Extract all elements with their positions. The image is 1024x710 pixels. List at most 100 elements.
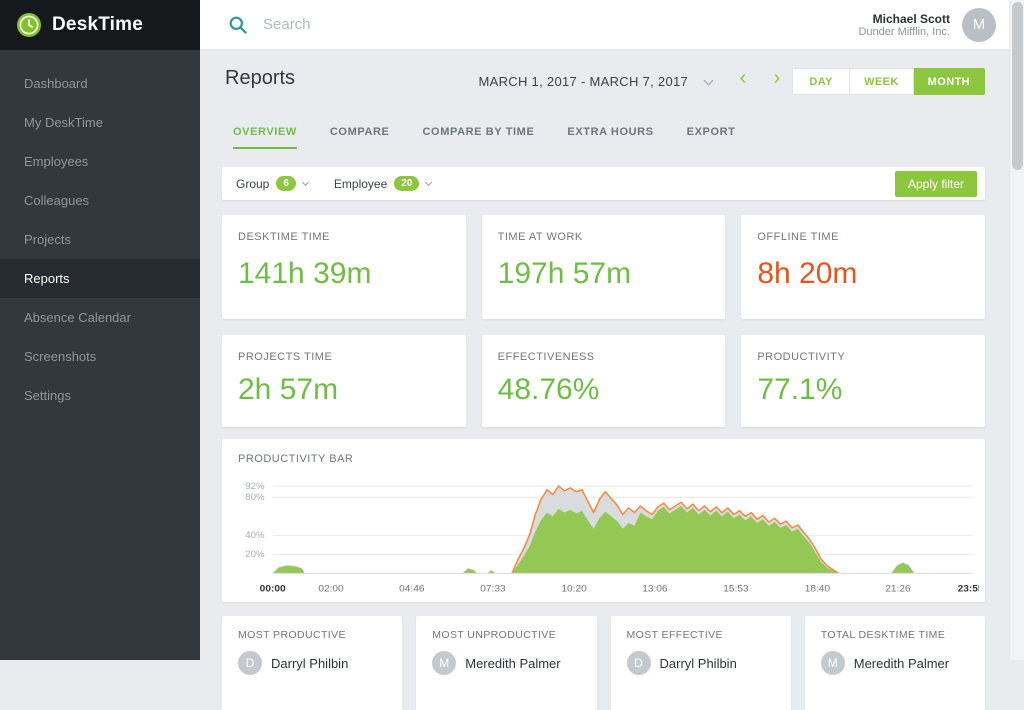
user-company: Dunder Mifflin, Inc.: [858, 26, 950, 38]
desktime-clock-icon: [16, 12, 42, 38]
range-toggle: DAY WEEK MONTH: [792, 68, 985, 95]
stat-label: DESKTIME TIME: [238, 231, 450, 243]
leader-card-most-unproductive: MOST UNPRODUCTIVE M Meredith Palmer: [416, 616, 596, 710]
user-avatar[interactable]: M: [962, 8, 996, 42]
leader-label: MOST UNPRODUCTIVE: [432, 629, 580, 641]
sidebar-item-colleagues[interactable]: Colleagues: [0, 181, 200, 220]
svg-text:18:40: 18:40: [805, 584, 831, 595]
stat-value: 197h 57m: [498, 257, 710, 291]
leader-avatar: M: [432, 651, 456, 675]
range-button-month[interactable]: MONTH: [914, 68, 985, 95]
svg-text:15:53: 15:53: [723, 584, 749, 595]
search-input[interactable]: [263, 16, 583, 33]
svg-text:07:33: 07:33: [480, 584, 506, 595]
stat-label: PROJECTS TIME: [238, 351, 450, 363]
stat-label: OFFLINE TIME: [757, 231, 969, 243]
stat-value: 8h 20m: [757, 257, 969, 291]
stat-card-productivity: PRODUCTIVITY 77.1%: [741, 335, 985, 427]
date-range-selector[interactable]: MARCH 1, 2017 - MARCH 7, 2017: [460, 73, 730, 91]
sidebar-item-projects[interactable]: Projects: [0, 220, 200, 259]
sidebar: DeskTime Dashboard My DeskTime Employees…: [0, 0, 200, 660]
svg-text:04:46: 04:46: [399, 584, 425, 595]
stat-card-projects-time: PROJECTS TIME 2h 57m: [222, 335, 466, 427]
stat-card-effectiveness: EFFECTIVENESS 48.76%: [482, 335, 726, 427]
sidebar-item-absence-calendar[interactable]: Absence Calendar: [0, 298, 200, 337]
range-button-week[interactable]: WEEK: [850, 68, 914, 95]
stat-card-offline-time: OFFLINE TIME 8h 20m: [741, 215, 985, 319]
caret-down-icon: [302, 178, 309, 185]
svg-text:00:00: 00:00: [260, 584, 286, 595]
sidebar-item-screenshots[interactable]: Screenshots: [0, 337, 200, 376]
sidebar-menu: Dashboard My DeskTime Employees Colleagu…: [0, 50, 200, 415]
tab-extra-hours[interactable]: EXTRA HOURS: [567, 126, 653, 149]
stat-value: 48.76%: [498, 373, 710, 407]
user-name: Michael Scott: [858, 12, 950, 26]
svg-text:02:00: 02:00: [318, 584, 344, 595]
sidebar-item-reports[interactable]: Reports: [0, 259, 200, 298]
report-tabs: OVERVIEW COMPARE COMPARE BY TIME EXTRA H…: [233, 126, 736, 149]
productivity-chart: 92%80%40%20%00:0002:0004:4607:3310:2013:…: [228, 467, 979, 600]
sidebar-item-label: My DeskTime: [24, 115, 103, 130]
tab-export[interactable]: EXPORT: [687, 126, 736, 149]
apply-filter-button[interactable]: Apply filter: [895, 171, 977, 197]
leader-avatar: D: [238, 651, 262, 675]
stats-grid: DESKTIME TIME 141h 39m TIME AT WORK 197h…: [222, 215, 985, 427]
group-count-badge: 6: [276, 176, 296, 191]
stat-value: 77.1%: [757, 373, 969, 407]
leader-label: MOST EFFECTIVE: [627, 629, 775, 641]
leader-row: D Darryl Philbin: [238, 651, 386, 675]
logo[interactable]: DeskTime: [0, 0, 200, 50]
tab-overview[interactable]: OVERVIEW: [233, 126, 297, 149]
leader-name[interactable]: Darryl Philbin: [660, 656, 737, 671]
sidebar-item-label: Screenshots: [24, 349, 96, 364]
user-block: Michael Scott Dunder Mifflin, Inc.: [858, 12, 950, 38]
employee-filter-dropdown[interactable]: Employee 20: [334, 176, 432, 191]
caret-down-icon: [425, 178, 432, 185]
stat-card-desktime-time: DESKTIME TIME 141h 39m: [222, 215, 466, 319]
leader-card-total-desktime-time: TOTAL DESKTIME TIME M Meredith Palmer: [805, 616, 985, 710]
svg-text:10:20: 10:20: [561, 584, 587, 595]
svg-text:13:06: 13:06: [642, 584, 668, 595]
next-period-arrow[interactable]: ›: [765, 67, 789, 89]
sidebar-item-my-desktime[interactable]: My DeskTime: [0, 103, 200, 142]
scrollbar-thumb[interactable]: [1012, 2, 1023, 170]
svg-text:92%: 92%: [245, 481, 264, 491]
leader-avatar: D: [627, 651, 651, 675]
logo-text: DeskTime: [52, 14, 143, 36]
leader-avatar: M: [821, 651, 845, 675]
sidebar-item-dashboard[interactable]: Dashboard: [0, 64, 200, 103]
chart-title: PRODUCTIVITY BAR: [238, 453, 353, 465]
group-filter-label: Group: [236, 177, 269, 191]
leader-row: M Meredith Palmer: [821, 651, 969, 675]
stat-value: 2h 57m: [238, 373, 450, 407]
scrollbar[interactable]: [1009, 0, 1024, 660]
leader-name[interactable]: Darryl Philbin: [271, 656, 348, 671]
sidebar-item-label: Colleagues: [24, 193, 89, 208]
sidebar-item-label: Projects: [24, 232, 71, 247]
leader-name[interactable]: Meredith Palmer: [465, 656, 560, 671]
date-range-text: MARCH 1, 2017 - MARCH 7, 2017: [478, 74, 688, 89]
svg-text:21:26: 21:26: [885, 584, 911, 595]
tab-compare-by-time[interactable]: COMPARE BY TIME: [423, 126, 535, 149]
svg-text:80%: 80%: [245, 493, 264, 503]
leader-label: TOTAL DESKTIME TIME: [821, 629, 969, 641]
leader-row: M Meredith Palmer: [432, 651, 580, 675]
sidebar-item-label: Settings: [24, 388, 71, 403]
sidebar-item-label: Dashboard: [24, 76, 88, 91]
tab-compare[interactable]: COMPARE: [330, 126, 390, 149]
productivity-bar-card: PRODUCTIVITY BAR 92%80%40%20%00:0002:000…: [222, 439, 985, 602]
range-button-day[interactable]: DAY: [792, 68, 850, 95]
sidebar-item-settings[interactable]: Settings: [0, 376, 200, 415]
search-icon[interactable]: [228, 15, 248, 35]
search-bar: [200, 15, 858, 35]
leader-card-most-effective: MOST EFFECTIVE D Darryl Philbin: [611, 616, 791, 710]
leader-card-most-productive: MOST PRODUCTIVE D Darryl Philbin: [222, 616, 402, 710]
prev-period-arrow[interactable]: ‹: [731, 67, 755, 89]
stat-card-time-at-work: TIME AT WORK 197h 57m: [482, 215, 726, 319]
employee-filter-label: Employee: [334, 177, 387, 191]
sidebar-item-employees[interactable]: Employees: [0, 142, 200, 181]
leader-name[interactable]: Meredith Palmer: [854, 656, 949, 671]
stat-label: PRODUCTIVITY: [757, 351, 969, 363]
topbar: Michael Scott Dunder Mifflin, Inc. M: [200, 0, 1024, 50]
group-filter-dropdown[interactable]: Group 6: [236, 176, 308, 191]
